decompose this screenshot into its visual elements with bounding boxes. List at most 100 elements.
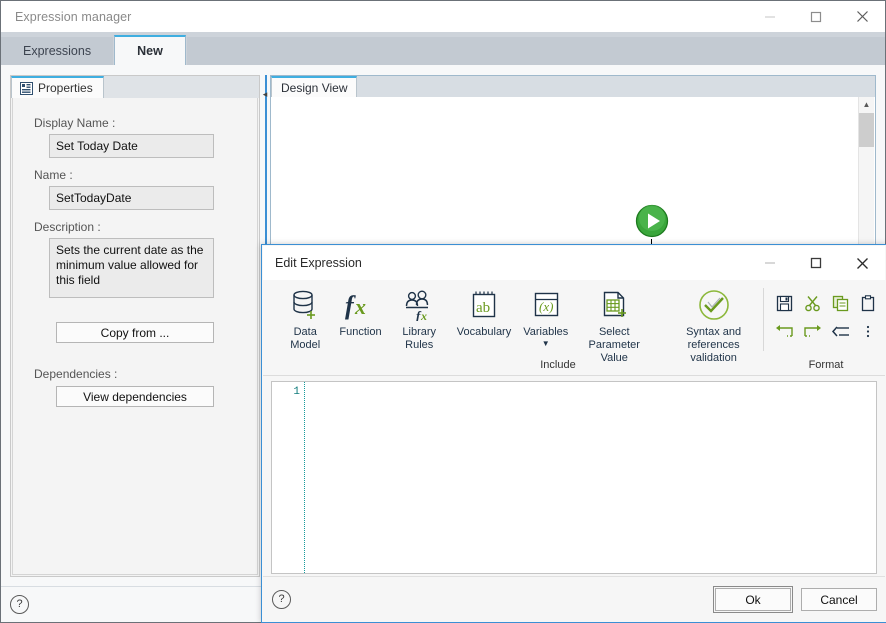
variables-x-icon: (x) xyxy=(534,292,558,317)
dialog-maximize-button[interactable] xyxy=(793,246,839,280)
close-icon xyxy=(856,257,868,269)
ribbon-button-syntax-validation-label: Syntax and references validation xyxy=(686,326,742,364)
minimize-icon xyxy=(765,16,775,17)
close-icon xyxy=(856,11,868,22)
dialog-help-icon[interactable]: ? xyxy=(272,590,291,609)
dialog-footer: ? Ok Cancel xyxy=(263,576,885,621)
ribbon-button-data-model[interactable]: Data Model xyxy=(277,286,333,365)
function-fx-icon: f x xyxy=(345,291,366,320)
more-options-button[interactable] xyxy=(855,318,881,344)
maximize-button[interactable] xyxy=(793,1,839,32)
properties-panel: Properties Display Name : Set Today Date… xyxy=(10,75,260,577)
save-icon xyxy=(776,295,792,311)
splitter-collapse-top-icon[interactable]: ◂ xyxy=(261,89,269,99)
dialog-title: Edit Expression xyxy=(275,256,362,270)
format-button-grid xyxy=(771,290,881,344)
cut-icon xyxy=(804,295,820,311)
copy-from-button[interactable]: Copy from ... xyxy=(56,322,214,343)
description-label: Description : xyxy=(34,220,101,234)
dialog-titlebar: Edit Expression xyxy=(263,246,885,280)
cut-button[interactable] xyxy=(799,290,825,316)
tab-new-label: New xyxy=(137,44,163,58)
select-parameter-icon xyxy=(604,291,627,317)
ribbon-button-vocabulary-label: Vocabulary xyxy=(456,326,512,338)
editor-line-number: 1 xyxy=(293,386,300,398)
main-tabstrip: Expressions New xyxy=(1,32,885,65)
scroll-up-icon[interactable]: ▲ xyxy=(859,97,874,112)
cancel-button[interactable]: Cancel xyxy=(801,588,877,611)
expression-editor[interactable]: 1 xyxy=(271,381,877,574)
ribbon-button-function[interactable]: f x Function xyxy=(333,286,387,365)
design-tabstrip: Design View xyxy=(271,76,875,97)
tab-properties-label: Properties xyxy=(38,81,93,95)
svg-text:(x): (x) xyxy=(539,299,553,314)
ribbon-group-format-label: Format xyxy=(808,359,844,371)
help-icon[interactable]: ? xyxy=(10,595,29,614)
ribbon-button-variables-label: Variables xyxy=(523,326,569,338)
tab-new[interactable]: New xyxy=(114,35,186,65)
ribbon-include-items: Data Model f x Function f x Library Rule… xyxy=(277,286,763,365)
ribbon-button-library-rules[interactable]: f x Library Rules xyxy=(388,286,451,365)
undo-icon xyxy=(775,324,793,337)
tab-design-view[interactable]: Design View xyxy=(271,76,358,97)
display-name-input[interactable]: Set Today Date xyxy=(49,134,214,158)
tab-expressions[interactable]: Expressions xyxy=(1,37,114,65)
redo-icon xyxy=(803,324,821,337)
play-start-icon xyxy=(634,203,670,239)
name-input[interactable]: SetTodayDate xyxy=(49,186,214,210)
ribbon-button-select-parameter-value[interactable]: Select Parameter Value xyxy=(574,286,654,365)
data-model-icon xyxy=(293,290,316,319)
paste-icon xyxy=(861,294,874,311)
minimize-icon xyxy=(765,262,775,264)
properties-tabstrip: Properties xyxy=(11,76,259,98)
dialog-close-button[interactable] xyxy=(839,246,885,280)
scrollbar-thumb[interactable] xyxy=(859,113,874,147)
properties-panel-body: Display Name : Set Today Date Name : Set… xyxy=(12,98,258,575)
dialog-minimize-button[interactable] xyxy=(747,246,793,280)
redo-button[interactable] xyxy=(799,318,825,344)
editor-gutter: 1 xyxy=(272,382,305,573)
ribbon-group-format: Format xyxy=(763,280,886,375)
close-button[interactable] xyxy=(839,1,885,32)
copy-icon xyxy=(832,295,848,311)
outdent-button[interactable] xyxy=(827,318,853,344)
save-button[interactable] xyxy=(771,290,797,316)
validation-check-icon xyxy=(698,290,729,320)
ribbon-button-library-rules-label: Library Rules xyxy=(402,326,437,351)
maximize-icon xyxy=(810,257,822,269)
more-options-icon xyxy=(866,325,870,337)
svg-text:ab: ab xyxy=(476,300,490,316)
dialog-ribbon: Data Model f x Function f x Library Rule… xyxy=(263,280,885,376)
dialog-window-controls xyxy=(747,246,885,280)
name-label: Name : xyxy=(34,168,73,182)
ribbon-button-syntax-validation[interactable]: Syntax and references validation xyxy=(654,286,763,365)
ribbon-button-variables[interactable]: (x) Variables ▼ xyxy=(517,286,574,365)
undo-button[interactable] xyxy=(771,318,797,344)
description-input[interactable]: Sets the current date as the minimum val… xyxy=(49,238,214,298)
ribbon-group-include-label: Include xyxy=(540,359,576,371)
properties-grid-icon xyxy=(20,81,33,95)
window-controls xyxy=(747,1,885,32)
svg-text:x: x xyxy=(420,309,427,321)
paste-button[interactable] xyxy=(855,290,881,316)
view-dependencies-button[interactable]: View dependencies xyxy=(56,386,214,407)
library-rules-icon: f x xyxy=(406,290,429,321)
minimize-button[interactable] xyxy=(747,1,793,32)
tab-properties[interactable]: Properties xyxy=(11,76,104,98)
ribbon-button-vocabulary[interactable]: ab Vocabulary xyxy=(451,286,517,365)
maximize-icon xyxy=(810,11,822,22)
edit-expression-dialog: Edit Expression Data Model f x Function … xyxy=(261,244,886,623)
svg-text:x: x xyxy=(354,294,366,319)
tabstrip-filler xyxy=(186,37,885,65)
start-node[interactable] xyxy=(634,203,670,239)
tab-design-view-label: Design View xyxy=(281,80,348,95)
vocabulary-ab-icon: ab xyxy=(472,291,496,318)
copy-button[interactable] xyxy=(827,290,853,316)
dependencies-label: Dependencies : xyxy=(34,367,118,381)
ribbon-button-data-model-label: Data Model xyxy=(290,326,321,351)
chevron-down-icon[interactable]: ▼ xyxy=(542,339,550,348)
ok-button[interactable]: Ok xyxy=(713,586,793,613)
outdent-icon xyxy=(831,326,849,336)
ribbon-group-include: Data Model f x Function f x Library Rule… xyxy=(277,280,763,375)
main-titlebar: Expression manager xyxy=(1,1,885,32)
